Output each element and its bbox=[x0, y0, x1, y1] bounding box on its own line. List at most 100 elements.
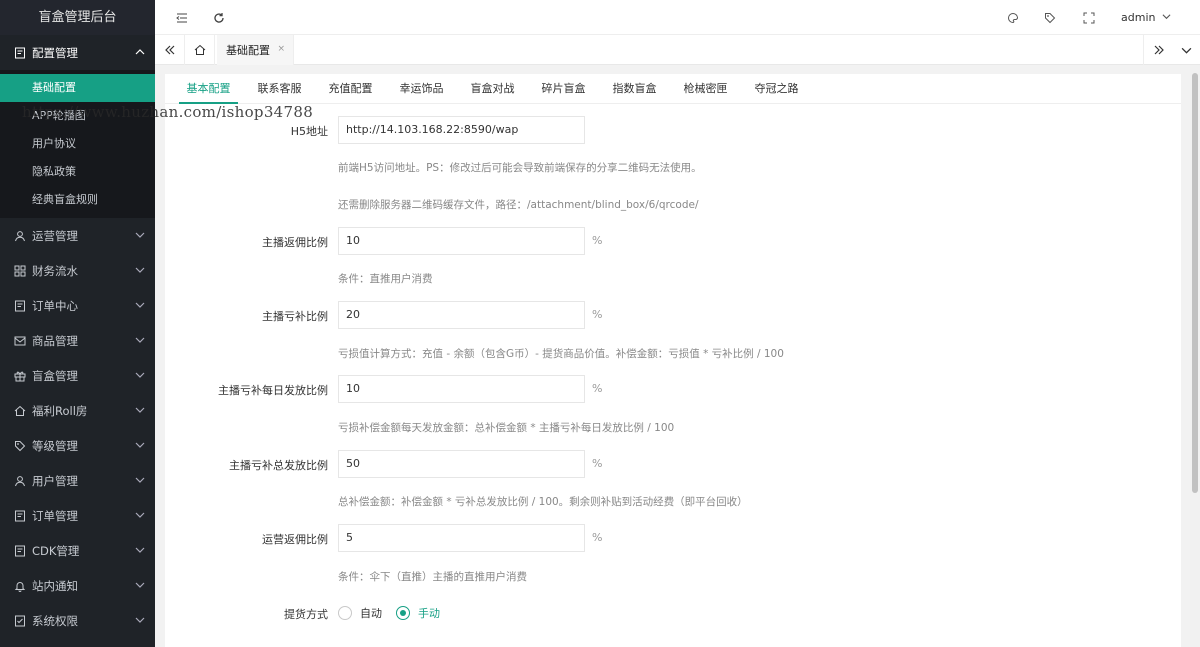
chevron-down-icon bbox=[135, 617, 145, 623]
config-tab[interactable]: 碎片盲盒 bbox=[528, 74, 599, 103]
form-label: 主播亏补每日发放比例 bbox=[218, 384, 328, 397]
config-tab[interactable]: 夺冠之路 bbox=[741, 74, 812, 103]
menu-group[interactable]: 运营管理 bbox=[0, 218, 155, 253]
submenu-item[interactable]: 隐私政策 bbox=[0, 158, 155, 186]
tag-icon[interactable] bbox=[1043, 11, 1057, 25]
menu-group[interactable]: 盲盒管理 bbox=[0, 358, 155, 393]
menu-group[interactable]: 等级管理 bbox=[0, 428, 155, 463]
unit-label: % bbox=[592, 234, 603, 247]
anchor-loss-input[interactable]: 20 bbox=[338, 301, 585, 329]
submenu-item[interactable]: 经典盲盒规则 bbox=[0, 186, 155, 214]
list-icon bbox=[14, 545, 26, 557]
config-tab[interactable]: 基本配置 bbox=[173, 74, 244, 104]
chevron-down-icon bbox=[135, 337, 145, 343]
ops-rebate-input[interactable]: 5 bbox=[338, 524, 585, 552]
radio-circle bbox=[338, 606, 352, 620]
submenu-item[interactable]: 用户协议 bbox=[0, 130, 155, 158]
menu-label: 运营管理 bbox=[32, 228, 78, 243]
menu-group[interactable]: 订单中心 bbox=[0, 288, 155, 323]
config-tab[interactable]: 联系客服 bbox=[244, 74, 315, 103]
theme-icon[interactable] bbox=[1006, 11, 1020, 25]
menu-group[interactable]: 福利Roll房 bbox=[0, 393, 155, 428]
chevron-down-icon bbox=[135, 302, 145, 308]
help-text: 总补偿金额：补偿金额 * 亏补总发放比例 / 100。剩余则补贴到活动经费（即平… bbox=[338, 496, 748, 508]
user-icon bbox=[14, 475, 26, 487]
bell-icon bbox=[14, 580, 26, 592]
config-tab[interactable]: 盲盒对战 bbox=[457, 74, 528, 103]
anchor-daily-input[interactable]: 10 bbox=[338, 375, 585, 403]
h5-url-input[interactable]: http://14.103.168.22:8590/wap bbox=[338, 116, 585, 144]
menu-label: 财务流水 bbox=[32, 263, 78, 278]
help-text: 前端H5访问地址。PS：修改过后可能会导致前端保存的分享二维码无法使用。 bbox=[338, 162, 702, 174]
menu-config[interactable]: 配置管理 bbox=[0, 35, 155, 70]
watermark-text: https://www.huzhan.com/ishop34788 bbox=[22, 103, 314, 121]
help-text: 亏损补偿金额每天发放金额：总补偿金额 * 主播亏补每日发放比例 / 100 bbox=[338, 422, 675, 434]
menu-label: 订单中心 bbox=[32, 298, 78, 313]
user-menu[interactable]: admin bbox=[1121, 11, 1171, 24]
header: admin bbox=[155, 0, 1200, 35]
menu-fold-icon[interactable] bbox=[175, 11, 189, 25]
help-text: 亏损值计算方式：充值 - 余额（包含G币）- 提货商品价值。补偿金额：亏损值 *… bbox=[338, 348, 784, 360]
tabs-prev-icon[interactable] bbox=[155, 35, 185, 65]
chevron-down-icon bbox=[135, 547, 145, 553]
chevron-down-icon bbox=[135, 582, 145, 588]
config-tab[interactable]: 充值配置 bbox=[315, 74, 386, 103]
sidebar-groups: 运营管理财务流水订单中心商品管理 盲盒管理 福利Roll房等级管理用户管理订单管理 C… bbox=[0, 218, 155, 638]
chevron-down-icon bbox=[135, 407, 145, 413]
fullscreen-icon[interactable] bbox=[1082, 11, 1096, 25]
close-icon[interactable]: × bbox=[277, 44, 285, 54]
page-tab-label: 基础配置 bbox=[226, 44, 270, 57]
grid-icon bbox=[14, 265, 26, 277]
anchor-total-input[interactable]: 50 bbox=[338, 450, 585, 478]
form-label: 主播亏补比例 bbox=[262, 310, 328, 323]
menu-group[interactable]: 站内通知 bbox=[0, 568, 155, 603]
menu-label: 用户管理 bbox=[32, 473, 78, 488]
pickup-auto-radio[interactable]: 自动 bbox=[338, 605, 382, 621]
anchor-rebate-input[interactable]: 10 bbox=[338, 227, 585, 255]
tabs-next-icon[interactable] bbox=[1143, 35, 1173, 65]
radio-label: 手动 bbox=[418, 607, 440, 620]
menu-group[interactable]: 系统权限 bbox=[0, 603, 155, 638]
menu-label: 配置管理 bbox=[32, 45, 78, 60]
page-tab-active[interactable]: 基础配置 × bbox=[217, 35, 294, 65]
form-label: 运营返佣比例 bbox=[262, 533, 328, 546]
list-icon bbox=[14, 300, 26, 312]
user-icon bbox=[14, 230, 26, 242]
chevron-down-icon bbox=[135, 442, 145, 448]
menu-group[interactable]: CDK管理 bbox=[0, 533, 155, 568]
home-icon bbox=[14, 405, 26, 417]
form-label: 主播亏补总发放比例 bbox=[229, 459, 328, 472]
menu-group[interactable]: 财务流水 bbox=[0, 253, 155, 288]
config-tabs: 基本配置 联系客服 充值配置 幸运饰品 盲盒对战 碎片盲盒 指数盲盒 枪械密匣 夺冠之路 bbox=[165, 74, 1181, 104]
form-label: 提货方式 bbox=[284, 608, 328, 621]
scrollbar[interactable] bbox=[1190, 65, 1200, 647]
list-icon bbox=[14, 510, 26, 522]
menu-group[interactable]: 订单管理 bbox=[0, 498, 155, 533]
config-tab[interactable]: 枪械密匣 bbox=[670, 74, 741, 103]
gift-icon bbox=[14, 370, 26, 382]
help-text: 还需删除服务器二维码缓存文件，路径：/attachment/blind_box/… bbox=[338, 199, 699, 211]
home-icon[interactable] bbox=[185, 35, 215, 65]
scrollbar-thumb[interactable] bbox=[1192, 73, 1198, 493]
config-tab[interactable]: 幸运饰品 bbox=[386, 74, 457, 103]
sidebar: 盲盒管理后台 配置管理 基础配置 APP轮播图 用户协议 隐私政策 经典盲盒规则… bbox=[0, 0, 155, 647]
refresh-icon[interactable] bbox=[212, 11, 226, 25]
submenu-item[interactable]: 基础配置 bbox=[0, 74, 155, 102]
chevron-up-icon bbox=[135, 49, 145, 55]
unit-label: % bbox=[592, 531, 603, 544]
help-text: 条件：伞下（直推）主播的直推用户消费 bbox=[338, 571, 527, 583]
help-text: 条件：直推用户消费 bbox=[338, 273, 433, 285]
unit-label: % bbox=[592, 457, 603, 470]
menu-group[interactable]: 商品管理 bbox=[0, 323, 155, 358]
mail-icon bbox=[14, 335, 26, 347]
tabs-dropdown-icon[interactable] bbox=[1171, 35, 1200, 65]
menu-label: CDK管理 bbox=[32, 543, 80, 558]
menu-label: 等级管理 bbox=[32, 438, 78, 453]
radio-label: 自动 bbox=[360, 607, 382, 620]
pickup-manual-radio[interactable]: 手动 bbox=[396, 605, 440, 621]
config-tab[interactable]: 指数盲盒 bbox=[599, 74, 670, 103]
menu-label: 订单管理 bbox=[32, 508, 78, 523]
form-label: H5地址 bbox=[290, 125, 328, 138]
radio-circle bbox=[396, 606, 410, 620]
menu-group[interactable]: 用户管理 bbox=[0, 463, 155, 498]
